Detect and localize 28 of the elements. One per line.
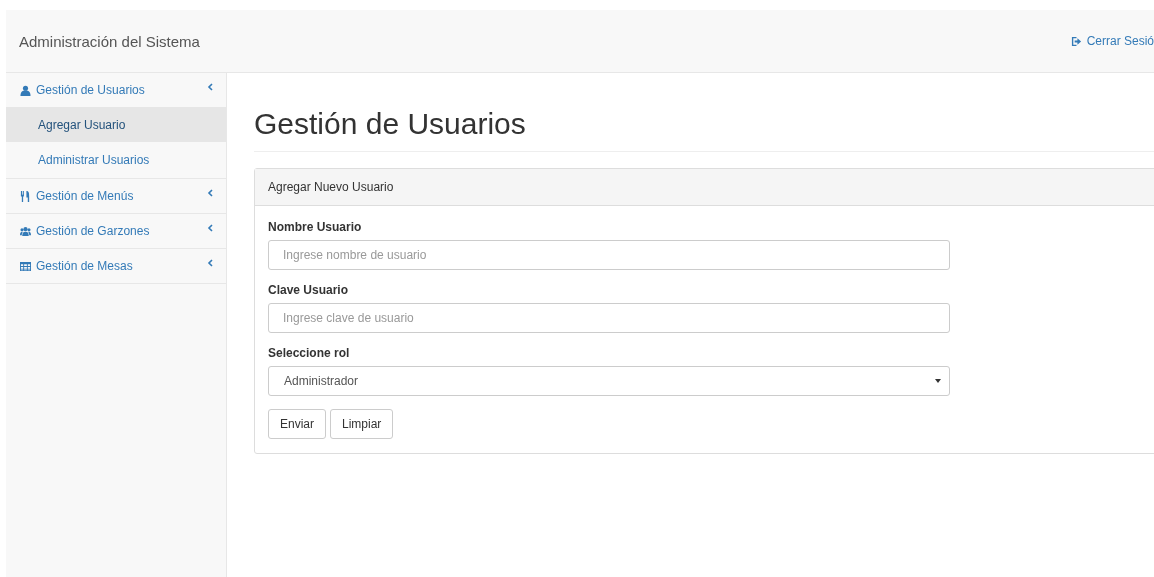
page-title: Gestión de Usuarios bbox=[254, 107, 1154, 152]
field-label: Clave Usuario bbox=[268, 283, 350, 297]
logout-link[interactable]: Cerrar Sesió bbox=[1070, 34, 1154, 48]
input-field[interactable]: Ingrese clave de usuario bbox=[268, 303, 950, 333]
sidebar-item[interactable]: Gestión de Mesas bbox=[6, 249, 226, 284]
fork-knife-icon bbox=[20, 190, 31, 202]
sidebar-item[interactable]: Gestión de Usuarios bbox=[6, 73, 226, 107]
sidebar-item[interactable]: Gestión de Menús bbox=[6, 179, 226, 214]
form-button[interactable]: Limpiar bbox=[330, 409, 394, 439]
sign-out-icon bbox=[1070, 35, 1082, 47]
field-label: Nombre Usuario bbox=[268, 220, 363, 234]
form-button[interactable]: Enviar bbox=[268, 409, 326, 439]
user-icon bbox=[20, 84, 31, 96]
dropdown-arrow-icon bbox=[935, 379, 941, 383]
group-icon bbox=[20, 225, 31, 237]
caret-icon bbox=[207, 189, 213, 197]
caret-icon bbox=[207, 259, 213, 267]
panel-heading: Agregar Nuevo Usuario bbox=[255, 169, 1154, 206]
field-label: Seleccione rol bbox=[268, 346, 351, 360]
input-field[interactable]: Ingrese nombre de usuario bbox=[268, 240, 950, 270]
sidebar-item[interactable]: Gestión de Garzones bbox=[6, 214, 226, 249]
submenu-item[interactable]: Administrar Usuarios bbox=[6, 142, 226, 179]
grid-icon bbox=[20, 260, 31, 272]
caret-icon bbox=[207, 224, 213, 232]
submenu-item[interactable]: Agregar Usuario bbox=[6, 107, 226, 142]
role-dropdown[interactable]: Administrador bbox=[268, 366, 950, 396]
caret-icon bbox=[207, 83, 213, 91]
brand-title[interactable]: Administración del Sistema bbox=[19, 32, 200, 50]
